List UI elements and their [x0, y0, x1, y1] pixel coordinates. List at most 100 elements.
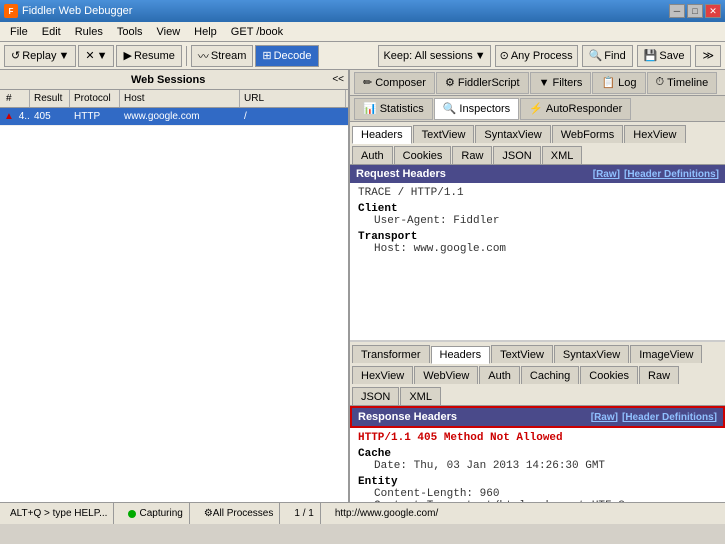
col-result[interactable]: Result — [30, 90, 70, 107]
replay-dropdown-icon: ▼ — [58, 50, 69, 62]
tab-fiddlerscript[interactable]: ⚙ FiddlerScript — [436, 72, 529, 94]
response-raw-link[interactable]: [Raw] — [591, 412, 618, 423]
keep-sessions-dropdown[interactable]: Keep: All sessions ▼ — [378, 45, 490, 67]
response-header-links: [Raw] [Header Definitions] — [591, 412, 717, 423]
response-tabs-2: HexView WebView Auth Caching Cookies Raw — [350, 363, 725, 385]
col-protocol[interactable]: Protocol — [70, 90, 120, 107]
main-area: Web Sessions << # Result Protocol Host U… — [0, 70, 725, 502]
inspector-panel: ✏ Composer ⚙ FiddlerScript ▼ Filters 📋 L… — [350, 70, 725, 502]
status-url: http://www.google.com/ — [329, 503, 444, 524]
title-bar-buttons[interactable]: ─ □ ✕ — [669, 4, 721, 18]
response-header-date: Date: Thu, 03 Jan 2013 14:26:30 GMT — [358, 460, 717, 472]
statistics-icon: 📊 — [363, 102, 377, 115]
menu-view[interactable]: View — [151, 25, 187, 39]
save-button[interactable]: 💾 Save — [637, 45, 692, 67]
response-headers-content: HTTP/1.1 405 Method Not Allowed Cache Da… — [350, 428, 725, 502]
collapse-sessions-button[interactable]: << — [332, 74, 344, 85]
response-group-entity: Entity — [358, 476, 717, 488]
response-tab-cookies[interactable]: Cookies — [580, 366, 638, 384]
request-header-defs-link[interactable]: [Header Definitions] — [624, 169, 719, 180]
request-raw-link[interactable]: [Raw] — [593, 169, 620, 180]
timeline-label: Timeline — [667, 77, 708, 89]
request-tab-syntaxview[interactable]: SyntaxView — [475, 125, 550, 143]
composer-label: Composer — [375, 77, 426, 89]
composer-icon: ✏ — [363, 76, 372, 89]
response-tab-hexview[interactable]: HexView — [352, 366, 413, 384]
decode-button[interactable]: ⊞ Decode — [255, 45, 318, 67]
remove-button[interactable]: ✕ ▼ — [78, 45, 114, 67]
response-tab-headers[interactable]: Headers — [431, 346, 491, 364]
response-tab-auth[interactable]: Auth — [479, 366, 520, 384]
tab-autoresponder[interactable]: ⚡ AutoResponder — [520, 98, 631, 120]
response-tab-syntaxview[interactable]: SyntaxView — [554, 345, 629, 363]
response-tabs-3: JSON XML — [350, 384, 725, 406]
col-host[interactable]: Host — [120, 90, 240, 107]
toolbar-options-button[interactable]: ≫ — [695, 45, 721, 67]
response-headers-title: Response Headers [Raw] [Header Definitio… — [350, 406, 725, 428]
menu-help[interactable]: Help — [188, 25, 223, 39]
menu-bar: File Edit Rules Tools View Help GET /boo… — [0, 22, 725, 42]
response-tab-textview[interactable]: TextView — [491, 345, 553, 363]
request-tab-webforms[interactable]: WebForms — [552, 125, 624, 143]
menu-edit[interactable]: Edit — [36, 25, 67, 39]
capturing-label: Capturing — [139, 508, 182, 519]
response-tab-raw[interactable]: Raw — [639, 366, 679, 384]
any-process-dropdown[interactable]: ⊙ Any Process — [495, 45, 578, 67]
find-button[interactable]: 🔍 Find — [582, 45, 633, 67]
request-tab-json[interactable]: JSON — [493, 146, 540, 164]
stream-icon: 〰 — [198, 48, 209, 64]
minimize-button[interactable]: ─ — [669, 4, 685, 18]
tab-inspectors[interactable]: 🔍 Inspectors — [434, 98, 519, 120]
tab-composer[interactable]: ✏ Composer — [354, 72, 435, 94]
close-button[interactable]: ✕ — [705, 4, 721, 18]
session-num: ▲ 4.. — [0, 111, 30, 122]
col-number[interactable]: # — [2, 90, 30, 107]
menu-file[interactable]: File — [4, 25, 34, 39]
any-process-label: Any Process — [511, 50, 573, 62]
request-tab-auth[interactable]: Auth — [352, 146, 393, 164]
web-sessions-title: Web Sessions — [4, 74, 332, 86]
request-tab-xml[interactable]: XML — [542, 146, 583, 164]
statistics-label: Statistics — [380, 103, 424, 115]
response-header-content-length: Content-Length: 960 — [358, 488, 717, 500]
sessions-panel: Web Sessions << # Result Protocol Host U… — [0, 70, 350, 502]
menu-rules[interactable]: Rules — [69, 25, 109, 39]
request-headers-content: TRACE / HTTP/1.1 Client User-Agent: Fidd… — [350, 183, 725, 259]
request-tab-cookies[interactable]: Cookies — [394, 146, 452, 164]
response-tab-webview[interactable]: WebView — [414, 366, 478, 384]
capturing-indicator — [128, 510, 136, 518]
response-tab-xml[interactable]: XML — [400, 387, 441, 405]
session-host: www.google.com — [120, 111, 240, 122]
col-url[interactable]: URL — [240, 90, 346, 107]
request-tab-hexview[interactable]: HexView — [624, 125, 685, 143]
resume-label: Resume — [134, 50, 175, 62]
decode-icon: ⊞ — [262, 49, 271, 62]
response-tab-caching[interactable]: Caching — [521, 366, 579, 384]
request-tab-textview[interactable]: TextView — [413, 125, 475, 143]
menu-get-book[interactable]: GET /book — [225, 25, 289, 39]
response-tab-json[interactable]: JSON — [352, 387, 399, 405]
status-processes[interactable]: ⚙ All Processes — [198, 503, 281, 524]
request-group-transport: Transport — [358, 231, 717, 243]
maximize-button[interactable]: □ — [687, 4, 703, 18]
stream-button[interactable]: 〰 Stream — [191, 45, 253, 67]
request-method-line: TRACE / HTTP/1.1 — [358, 187, 717, 199]
fiddlerscript-icon: ⚙ — [445, 76, 455, 89]
timeline-icon: ⏱ — [656, 76, 665, 89]
tab-timeline[interactable]: ⏱ Timeline — [647, 72, 718, 94]
request-tab-raw[interactable]: Raw — [452, 146, 492, 164]
toolbar: ↺ Replay ▼ ✕ ▼ ▶ Resume 〰 Stream ⊞ Decod… — [0, 42, 725, 70]
tab-filters[interactable]: ▼ Filters — [530, 72, 592, 94]
resume-button[interactable]: ▶ Resume — [116, 45, 181, 67]
response-header-defs-link[interactable]: [Header Definitions] — [622, 412, 717, 423]
session-row[interactable]: ▲ 4.. 405 HTTP www.google.com / — [0, 108, 348, 126]
tab-statistics[interactable]: 📊 Statistics — [354, 98, 433, 120]
request-tab-headers[interactable]: Headers — [352, 126, 412, 144]
response-headers-label: Response Headers — [358, 411, 457, 423]
tab-log[interactable]: 📋 Log — [592, 72, 645, 94]
response-tab-imageview[interactable]: ImageView — [630, 345, 702, 363]
response-status-line: HTTP/1.1 405 Method Not Allowed — [358, 432, 717, 444]
menu-tools[interactable]: Tools — [111, 25, 149, 39]
response-tab-transformer[interactable]: Transformer — [352, 345, 430, 363]
replay-button[interactable]: ↺ Replay ▼ — [4, 45, 76, 67]
